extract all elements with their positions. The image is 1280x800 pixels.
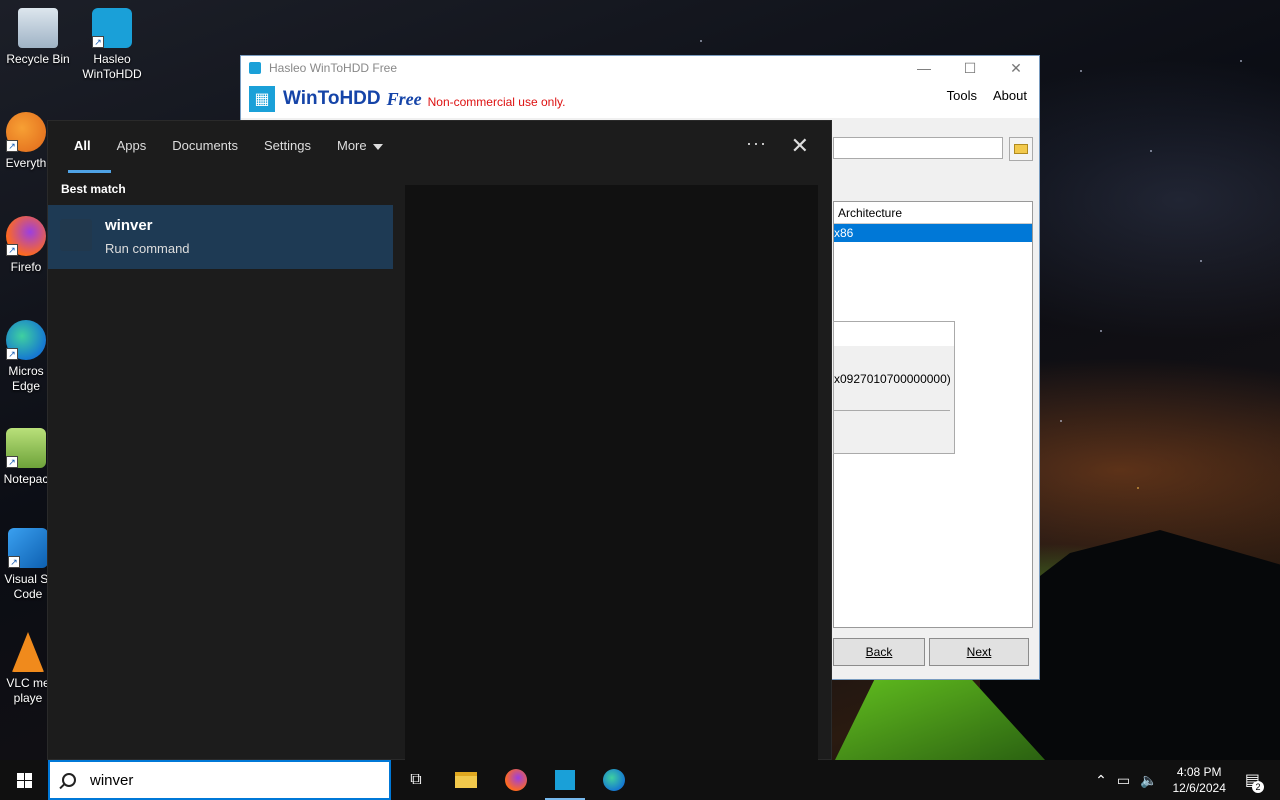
star: [1240, 60, 1242, 62]
search-icon: [62, 773, 76, 787]
vlc-cone-icon: [12, 632, 44, 672]
network-icon[interactable]: ▭: [1117, 772, 1130, 789]
best-match-heading: Best match: [61, 182, 126, 196]
taskbar-search-box[interactable]: [48, 760, 391, 800]
best-match-result[interactable]: winver Run command: [48, 205, 393, 269]
recycle-bin-icon: [18, 8, 58, 48]
star: [1080, 70, 1082, 72]
volume-muted-icon[interactable]: 🔈: [1140, 772, 1157, 789]
notification-count-badge: 2: [1252, 781, 1264, 793]
wintohdd-icon: ↗: [92, 8, 132, 48]
result-name: winver: [105, 217, 153, 234]
clock-time: 4:08 PM: [1176, 765, 1222, 779]
app-header: ▦ WinToHDD Free Non-commercial use only.: [241, 80, 1039, 118]
window-titlebar[interactable]: Hasleo WinToHDD Free — ☐ ✕: [241, 56, 1039, 80]
result-preview-pane: [405, 185, 818, 761]
shortcut-arrow-icon: ↗: [6, 140, 18, 152]
menu-tools[interactable]: Tools: [947, 88, 977, 103]
search-input[interactable]: [90, 771, 290, 789]
star: [1137, 487, 1139, 489]
task-view-icon: ⧉: [410, 771, 422, 788]
taskbar-firefox[interactable]: [492, 760, 540, 800]
notifications-icon[interactable]: ▤ 2: [1245, 770, 1264, 793]
tab-documents[interactable]: Documents: [172, 121, 238, 173]
chevron-down-icon: [372, 143, 383, 150]
next-button[interactable]: Next: [929, 638, 1029, 666]
tab-apps[interactable]: Apps: [117, 121, 147, 173]
taskbar-file-explorer[interactable]: [442, 760, 490, 800]
column-header-architecture[interactable]: Architecture: [834, 202, 1032, 224]
task-view-button[interactable]: ⧉: [392, 760, 440, 800]
taskbar: ⧉ ⌃ ▭ 🔈 4:08 PM 12/6/2024 ▤2: [0, 760, 1280, 800]
star: [1060, 420, 1062, 422]
star: [1150, 150, 1152, 152]
desktop-icon-label: Hasleo WinToHDD: [82, 52, 142, 81]
taskbar-edge[interactable]: [590, 760, 638, 800]
divider: [834, 410, 950, 411]
brand-edition: Free: [386, 88, 422, 109]
clock[interactable]: 4:08 PM 12/6/2024: [1172, 764, 1225, 796]
dialog-titlebar: [834, 322, 954, 346]
star: [1200, 260, 1202, 262]
windows-logo-icon: ▦: [249, 86, 275, 112]
tab-all[interactable]: All: [68, 121, 110, 173]
search-tabs: All Apps Documents Settings More: [48, 121, 831, 173]
notepad-plus-plus-icon: ↗: [6, 428, 46, 468]
app-icon: [249, 62, 261, 74]
star: [700, 40, 702, 42]
edge-icon: [603, 769, 625, 791]
browse-button[interactable]: [1009, 137, 1033, 161]
firefox-icon: ↗: [6, 216, 46, 256]
folder-icon: [1014, 144, 1028, 154]
license-note: Non-commercial use only.: [427, 95, 566, 109]
more-options-icon[interactable]: ···: [746, 133, 767, 154]
dialog-text: x0927010700000000): [834, 372, 951, 386]
desktop-icon-recycle-bin[interactable]: Recycle Bin: [0, 8, 76, 67]
chevron-up-icon[interactable]: ⌃: [1095, 772, 1107, 789]
windows-logo-icon: [16, 772, 32, 788]
menu-about[interactable]: About: [993, 88, 1027, 103]
run-command-icon: [60, 219, 92, 251]
star: [1100, 330, 1102, 332]
maximize-icon[interactable]: ☐: [947, 60, 993, 77]
shortcut-arrow-icon: ↗: [6, 456, 18, 468]
desktop-icon-label: Recycle Bin: [6, 52, 70, 66]
file-explorer-icon: [455, 772, 477, 788]
firefox-icon: [505, 769, 527, 791]
tab-more[interactable]: More: [337, 121, 383, 173]
app-menu: Tools About: [947, 88, 1027, 103]
back-button[interactable]: Back: [833, 638, 925, 666]
shortcut-arrow-icon: ↗: [6, 348, 18, 360]
system-tray: ⌃ ▭ 🔈 4:08 PM 12/6/2024 ▤ 2: [1090, 760, 1280, 800]
shortcut-arrow-icon: ↗: [6, 244, 18, 256]
minimize-icon[interactable]: —: [901, 60, 947, 77]
list-row-selected[interactable]: x86: [834, 224, 1032, 242]
shortcut-arrow-icon: ↗: [8, 556, 20, 568]
window-title: Hasleo WinToHDD Free: [269, 61, 398, 75]
next-button-label: Next: [966, 645, 992, 659]
brand-name: WinToHDD: [283, 88, 381, 109]
result-subtitle: Run command: [105, 241, 190, 256]
start-search-panel: All Apps Documents Settings More ··· ✕ B…: [47, 120, 832, 761]
wintohdd-icon: [555, 770, 575, 790]
vscode-icon: ↗: [8, 528, 48, 568]
tab-more-label: More: [337, 138, 367, 153]
shortcut-arrow-icon: ↗: [92, 36, 104, 48]
source-path-input[interactable]: [833, 137, 1003, 159]
everything-search-icon: ↗: [6, 112, 46, 152]
progress-dialog: x0927010700000000): [833, 321, 955, 454]
start-button[interactable]: [0, 760, 48, 800]
tab-settings[interactable]: Settings: [264, 121, 311, 173]
desktop-icon-wintohdd[interactable]: ↗ Hasleo WinToHDD: [74, 8, 150, 82]
close-icon[interactable]: ✕: [993, 60, 1039, 77]
taskbar-wintohdd[interactable]: [541, 760, 589, 800]
back-button-label: Back: [865, 645, 893, 659]
close-icon[interactable]: ✕: [791, 133, 809, 159]
edge-icon: ↗: [6, 320, 46, 360]
clock-date: 12/6/2024: [1172, 781, 1226, 795]
